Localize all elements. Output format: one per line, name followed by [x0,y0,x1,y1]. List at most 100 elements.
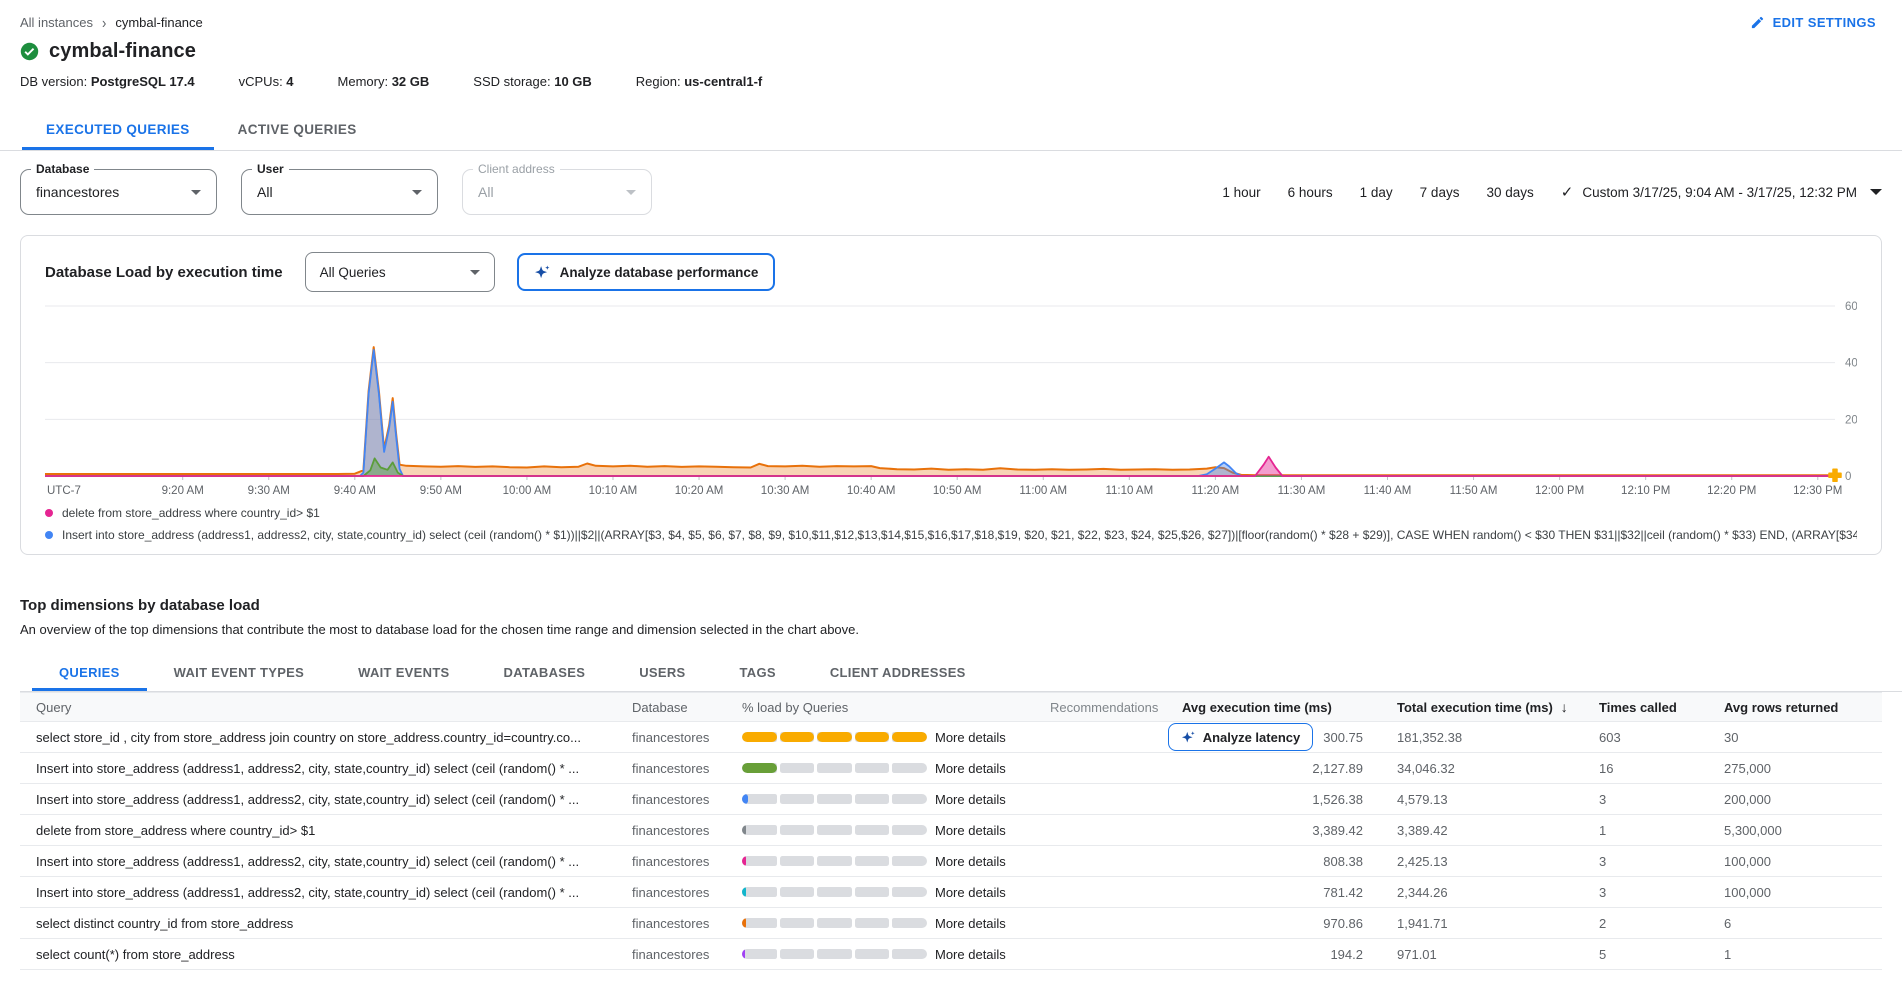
database-cell: financestores [620,823,730,838]
dimension-tab-queries[interactable]: QUERIES [32,655,147,691]
load-bar-segment [780,856,815,866]
load-bar-segment [892,949,927,959]
column-header-avg-execution-time-ms[interactable]: Avg execution time (ms) [1172,700,1387,715]
dimension-tab-databases[interactable]: DATABASES [477,655,613,691]
load-chart[interactable]: 600ms400ms200ms09:20 AM9:30 AM9:40 AM9:5… [45,296,1857,500]
load-by-queries-bar [742,825,927,835]
database-select-label: Database [31,162,94,176]
column-header-total-execution-time-ms[interactable]: Total execution time (ms)↓ [1387,699,1589,715]
breadcrumb: All instances › cymbal-finance [20,15,203,30]
column-header-times-called[interactable]: Times called [1589,700,1714,715]
load-bar-segment [855,732,890,742]
total-execution-time-cell: 3,389.42 [1387,823,1589,838]
more-details-link[interactable]: More details [935,761,1050,776]
load-bar-segment [742,825,777,835]
database-select[interactable]: Database financestores [20,169,217,215]
load-bar-segment [780,949,815,959]
load-bar-segment [855,949,890,959]
load-by-queries-bar [742,949,927,959]
meta-label: Region: [636,74,684,89]
meta-value: PostgreSQL 17.4 [91,74,195,89]
analyze-database-performance-button[interactable]: Analyze database performance [517,253,776,291]
dimension-tab-client-addresses[interactable]: CLIENT ADDRESSES [803,655,993,691]
user-select-label: User [252,162,289,176]
meta-value: 10 GB [554,74,592,89]
dimension-tab-wait-event-types[interactable]: WAIT EVENT TYPES [147,655,331,691]
edit-settings-button[interactable]: EDIT SETTINGS [1744,14,1882,31]
load-by-queries-bar [742,918,927,928]
avg-execution-time-cell: 970.86 [1172,916,1387,931]
status-ok-icon [20,42,39,61]
load-by-queries-bar [742,856,927,866]
chevron-down-icon[interactable] [1870,189,1882,195]
time-range-custom[interactable]: ✓ Custom 3/17/25, 9:04 AM - 3/17/25, 12:… [1561,183,1882,201]
dimension-tab-users[interactable]: USERS [612,655,712,691]
time-option-30-days[interactable]: 30 days [1486,185,1533,200]
load-bar-segment [855,794,890,804]
load-bar-segment [742,856,777,866]
user-select[interactable]: User All [241,169,438,215]
query-cell: Insert into store_address (address1, add… [20,854,620,869]
x-axis-label: 10:20 AM [675,485,724,497]
x-axis-label: 9:40 AM [334,485,376,497]
load-bar-segment [892,887,927,897]
query-cell: select store_id , city from store_addres… [20,730,620,745]
more-details-link[interactable]: More details [935,947,1050,962]
column-header-load-by-queries[interactable]: % load by Queries [730,700,935,715]
query-filter-select[interactable]: All Queries [305,252,495,292]
load-bar-segment [817,887,852,897]
load-bar-segment [780,918,815,928]
more-details-link[interactable]: More details [935,916,1050,931]
load-bar-fill [742,887,746,897]
total-execution-time-cell: 2,425.13 [1387,854,1589,869]
top-dimensions-subtitle: An overview of the top dimensions that c… [20,622,1882,637]
load-bar-fill [855,732,890,742]
avg-execution-time-value: 781.42 [1323,885,1363,900]
legend-label: delete from store_address where country_… [62,506,320,520]
time-option-6-hours[interactable]: 6 hours [1288,185,1333,200]
query-row: select store_id , city from store_addres… [20,722,1882,753]
total-execution-time-cell: 181,352.38 [1387,730,1589,745]
dimension-tab-tags[interactable]: TAGS [713,655,803,691]
more-details-link[interactable]: More details [935,792,1050,807]
more-details-link[interactable]: More details [935,823,1050,838]
time-option-7-days[interactable]: 7 days [1420,185,1460,200]
load-bar-segment [892,856,927,866]
breadcrumb-all-instances[interactable]: All instances [20,15,93,30]
load-bar-fill [742,949,745,959]
avg-execution-time-value: 1,526.38 [1312,792,1363,807]
query-row: select distinct country_id from store_ad… [20,908,1882,939]
chart-legend: delete from store_address where country_… [45,502,1857,546]
instance-meta-item: SSD storage: 10 GB [473,74,592,89]
column-header-avg-rows-returned[interactable]: Avg rows returned [1714,700,1834,715]
more-details-link[interactable]: More details [935,730,1050,745]
time-option-1-day[interactable]: 1 day [1360,185,1393,200]
query-row: select count(*) from store_addressfinanc… [20,939,1882,970]
column-header-recommendations[interactable]: Recommendations [1050,700,1172,715]
more-details-link[interactable]: More details [935,885,1050,900]
avg-rows-returned-cell: 100,000 [1714,854,1834,869]
meta-label: SSD storage: [473,74,554,89]
tab-active-queries[interactable]: ACTIVE QUERIES [214,109,381,150]
database-cell: financestores [620,730,730,745]
column-header-database[interactable]: Database [620,700,730,715]
sort-descending-icon[interactable]: ↓ [1561,699,1568,715]
load-bar-cell [730,732,935,742]
load-bar-segment [780,887,815,897]
avg-rows-returned-cell: 1 [1714,947,1834,962]
y-axis-label: 600ms [1845,301,1857,313]
edit-settings-label: EDIT SETTINGS [1773,15,1876,30]
query-cell: delete from store_address where country_… [20,823,620,838]
load-by-queries-bar [742,732,927,742]
analyze-latency-button[interactable]: Analyze latency [1168,723,1314,751]
legend-label: Insert into store_address (address1, add… [62,528,1857,542]
dimension-tab-wait-events[interactable]: WAIT EVENTS [331,655,476,691]
more-details-link[interactable]: More details [935,854,1050,869]
avg-rows-returned-cell: 30 [1714,730,1834,745]
tab-executed-queries[interactable]: EXECUTED QUERIES [22,109,214,150]
time-option-1-hour[interactable]: 1 hour [1222,185,1260,200]
avg-execution-time-cell: 194.2 [1172,947,1387,962]
query-insights-page: All instances › cymbal-finance EDIT SETT… [0,0,1902,970]
column-header-query[interactable]: Query [20,700,620,715]
load-bar-segment [780,825,815,835]
